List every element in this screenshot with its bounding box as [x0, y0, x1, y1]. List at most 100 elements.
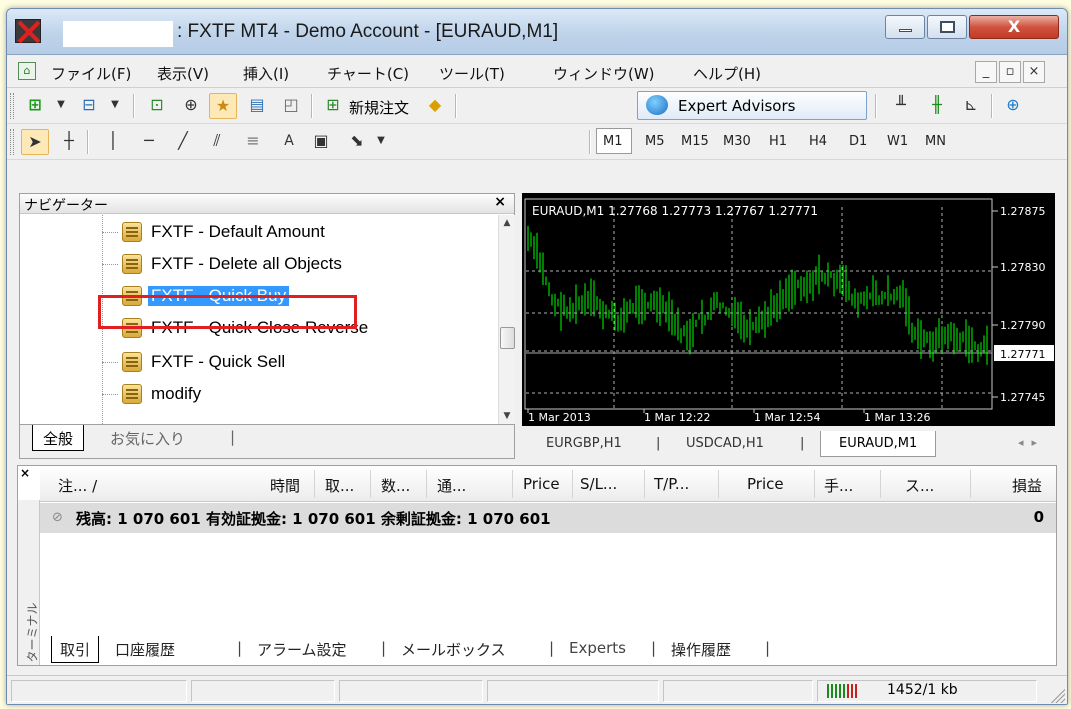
terminal-close-icon[interactable]: × — [20, 466, 30, 480]
tab-general[interactable]: 全般 — [32, 425, 85, 451]
new-order-icon[interactable]: ⊞ — [319, 93, 347, 119]
column-size[interactable]: 数... — [381, 475, 410, 496]
tree-item-default-amount[interactable]: FXTF - Default Amount — [102, 217, 492, 249]
text-tool-icon[interactable]: A — [275, 129, 303, 155]
tab-experts[interactable]: Experts — [561, 636, 634, 663]
expert-advisor-icon — [122, 222, 142, 242]
strategy-tester-icon[interactable]: ◰ — [277, 93, 305, 119]
column-tp[interactable]: T/P... — [654, 475, 689, 493]
menu-file[interactable]: ファイル(F) — [51, 63, 131, 84]
vertical-line-icon[interactable]: │ — [99, 129, 127, 155]
new-order-button[interactable]: 新規注文 — [349, 97, 409, 118]
timeframe-d1[interactable]: D1 — [849, 134, 867, 149]
minimize-button[interactable] — [885, 15, 925, 39]
scroll-thumb[interactable] — [500, 327, 515, 349]
tree-item-label: FXTF - Delete all Objects — [151, 254, 342, 273]
price-chart[interactable]: EURAUD,M1 1.27768 1.27773 1.27767 1.2777… — [522, 193, 1055, 426]
cursor-icon[interactable]: ➤ — [21, 129, 49, 155]
terminal-icon[interactable]: ▤ — [243, 93, 271, 119]
menu-insert[interactable]: 挿入(I) — [243, 63, 289, 84]
arrows-dropdown-icon[interactable]: ▼ — [367, 129, 395, 155]
crosshair-icon[interactable]: ┼ — [55, 129, 83, 155]
time-label: 1 Mar 12:22 — [644, 411, 710, 424]
column-sl[interactable]: S/L... — [580, 475, 617, 493]
menu-window[interactable]: ウィンドウ(W) — [553, 63, 655, 84]
navigator-icon[interactable]: ★ — [209, 93, 237, 119]
chart-canvas[interactable]: EURAUD,M1 1.27768 1.27773 1.27767 1.2777… — [522, 193, 1055, 426]
menu-chart[interactable]: チャート(C) — [327, 63, 409, 84]
toolbar-grip[interactable] — [10, 129, 14, 155]
timeframe-mn[interactable]: MN — [925, 134, 946, 149]
tree-item-modify[interactable]: modify — [102, 379, 492, 411]
horizontal-line-icon[interactable]: ─ — [135, 129, 163, 155]
column-price[interactable]: Price — [523, 475, 560, 493]
document-icon[interactable]: ⌂ — [18, 62, 36, 80]
candlestick-icon[interactable]: ╫ — [923, 93, 951, 119]
menu-tools[interactable]: ツール(T) — [439, 63, 505, 84]
minimize-icon — [899, 29, 912, 32]
column-order[interactable]: 注... / — [58, 475, 97, 496]
total-profit: 0 — [1033, 508, 1044, 526]
new-chart-icon[interactable]: ⊞ — [21, 93, 49, 119]
column-profit[interactable]: 損益 — [1012, 475, 1042, 496]
mdi-close-button[interactable]: × — [1023, 61, 1045, 83]
profiles-dropdown-icon[interactable]: ▼ — [101, 93, 129, 119]
fibonacci-icon[interactable]: ≡ — [239, 129, 267, 155]
trendline-icon[interactable]: ╱ — [169, 129, 197, 155]
mdi-minimize-button[interactable]: _ — [975, 61, 997, 83]
tab-trade[interactable]: 取引 — [51, 636, 100, 663]
tree-item-delete-all-objects[interactable]: FXTF - Delete all Objects — [102, 249, 492, 281]
tree-item-quick-buy[interactable]: FXTF - Quick Buy — [102, 281, 492, 313]
scroll-down-icon[interactable]: ▼ — [499, 408, 515, 424]
tab-journal[interactable]: 操作履歴 — [663, 636, 739, 663]
profiles-icon[interactable]: ⊟ — [75, 93, 103, 119]
tab-favorites[interactable]: お気に入り — [100, 425, 195, 451]
metaeditor-icon[interactable]: ◆ — [421, 93, 449, 119]
toolbar-grip[interactable] — [10, 93, 14, 119]
tree-item-quick-sell[interactable]: FXTF - Quick Sell — [102, 347, 492, 379]
timeframe-h1[interactable]: H1 — [769, 134, 787, 149]
column-type[interactable]: 取... — [325, 475, 354, 496]
title-bar[interactable]: : FXTF MT4 - Demo Account - [EURAUD,M1] … — [7, 9, 1067, 55]
chart-tab-eurgbp[interactable]: EURGBP,H1 — [528, 431, 640, 457]
line-chart-icon[interactable]: ⊾ — [957, 93, 985, 119]
close-button[interactable]: X — [969, 15, 1059, 39]
column-time[interactable]: 時間 — [270, 475, 300, 496]
expert-advisors-button[interactable]: Expert Advisors — [637, 91, 867, 120]
navigator-close-icon[interactable]: × — [494, 194, 506, 210]
timeframe-m5[interactable]: M5 — [645, 134, 665, 149]
column-symbol[interactable]: 通... — [437, 475, 466, 496]
resize-grip-icon[interactable] — [1049, 687, 1065, 703]
column-commission[interactable]: 手... — [824, 475, 853, 496]
text-label-icon[interactable]: ▣ — [307, 129, 335, 155]
toolbar-separator — [875, 94, 876, 118]
market-watch-icon[interactable]: ⊡ — [143, 93, 171, 119]
navigator-scrollbar[interactable]: ▲ ▼ — [498, 215, 515, 424]
zoom-in-icon[interactable]: ⊕ — [999, 93, 1027, 119]
chart-tab-scroll-icon[interactable]: ◂▸ — [1018, 436, 1045, 449]
new-chart-dropdown-icon[interactable]: ▼ — [47, 93, 75, 119]
menu-view[interactable]: 表示(V) — [157, 63, 209, 84]
tab-mailbox[interactable]: メールボックス — [393, 636, 514, 663]
maximize-button[interactable] — [927, 15, 967, 39]
timeframe-w1[interactable]: W1 — [887, 134, 908, 149]
tab-account-history[interactable]: 口座履歴 — [107, 636, 183, 663]
timeframe-m1[interactable]: M1 — [603, 134, 623, 149]
timeframe-m30[interactable]: M30 — [723, 134, 751, 149]
column-current-price[interactable]: Price — [747, 475, 784, 493]
data-window-icon[interactable]: ⊕ — [177, 93, 205, 119]
timeframe-m15[interactable]: M15 — [681, 134, 709, 149]
column-swap[interactable]: ス... — [905, 475, 934, 496]
bar-chart-icon[interactable]: ╨ — [887, 93, 915, 119]
equidistant-channel-icon[interactable]: ⫽ — [203, 129, 231, 155]
balance-row[interactable]: ⊘ 残高: 1 070 601 有効証拠金: 1 070 601 余剰証拠金: … — [40, 503, 1056, 533]
menu-help[interactable]: ヘルプ(H) — [693, 63, 761, 84]
timeframe-h4[interactable]: H4 — [809, 134, 827, 149]
tab-alerts[interactable]: アラーム設定 — [249, 636, 355, 663]
mdi-restore-button[interactable]: ▫ — [999, 61, 1021, 83]
chart-tab-euraud[interactable]: EURAUD,M1 — [820, 431, 937, 457]
chart-tab-usdcad[interactable]: USDCAD,H1 — [668, 431, 782, 457]
scroll-up-icon[interactable]: ▲ — [499, 215, 515, 231]
price-label: 1.27830 — [1000, 261, 1046, 274]
tree-item-quick-close-reverse[interactable]: FXTF - Quick Close Reverse — [102, 313, 492, 345]
